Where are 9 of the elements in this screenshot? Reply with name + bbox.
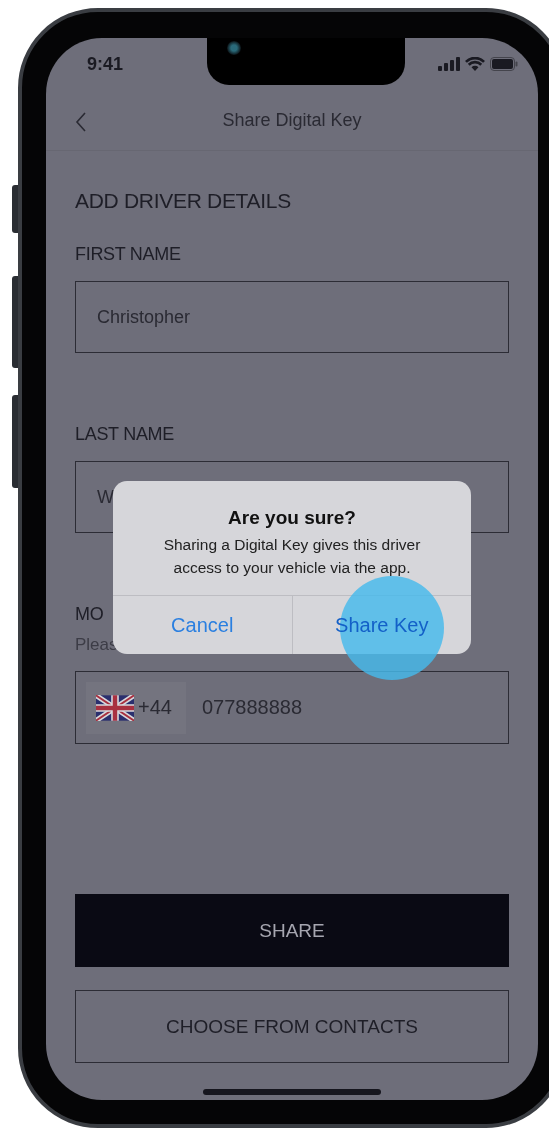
dialog-message: Sharing a Digital Key gives this driver access to your vehicle via the app.: [162, 535, 422, 578]
section-heading: ADD DRIVER DETAILS: [75, 188, 292, 214]
country-code: +44: [138, 696, 172, 719]
field-label: MO: [75, 603, 104, 626]
status-time: 9:41: [87, 53, 124, 75]
field-label: FIRST NAME: [75, 243, 181, 266]
screen-title: Share Digital Key: [222, 109, 362, 131]
field-label: LAST NAME: [75, 423, 174, 446]
dialog-title: Are you sure?: [227, 506, 357, 529]
